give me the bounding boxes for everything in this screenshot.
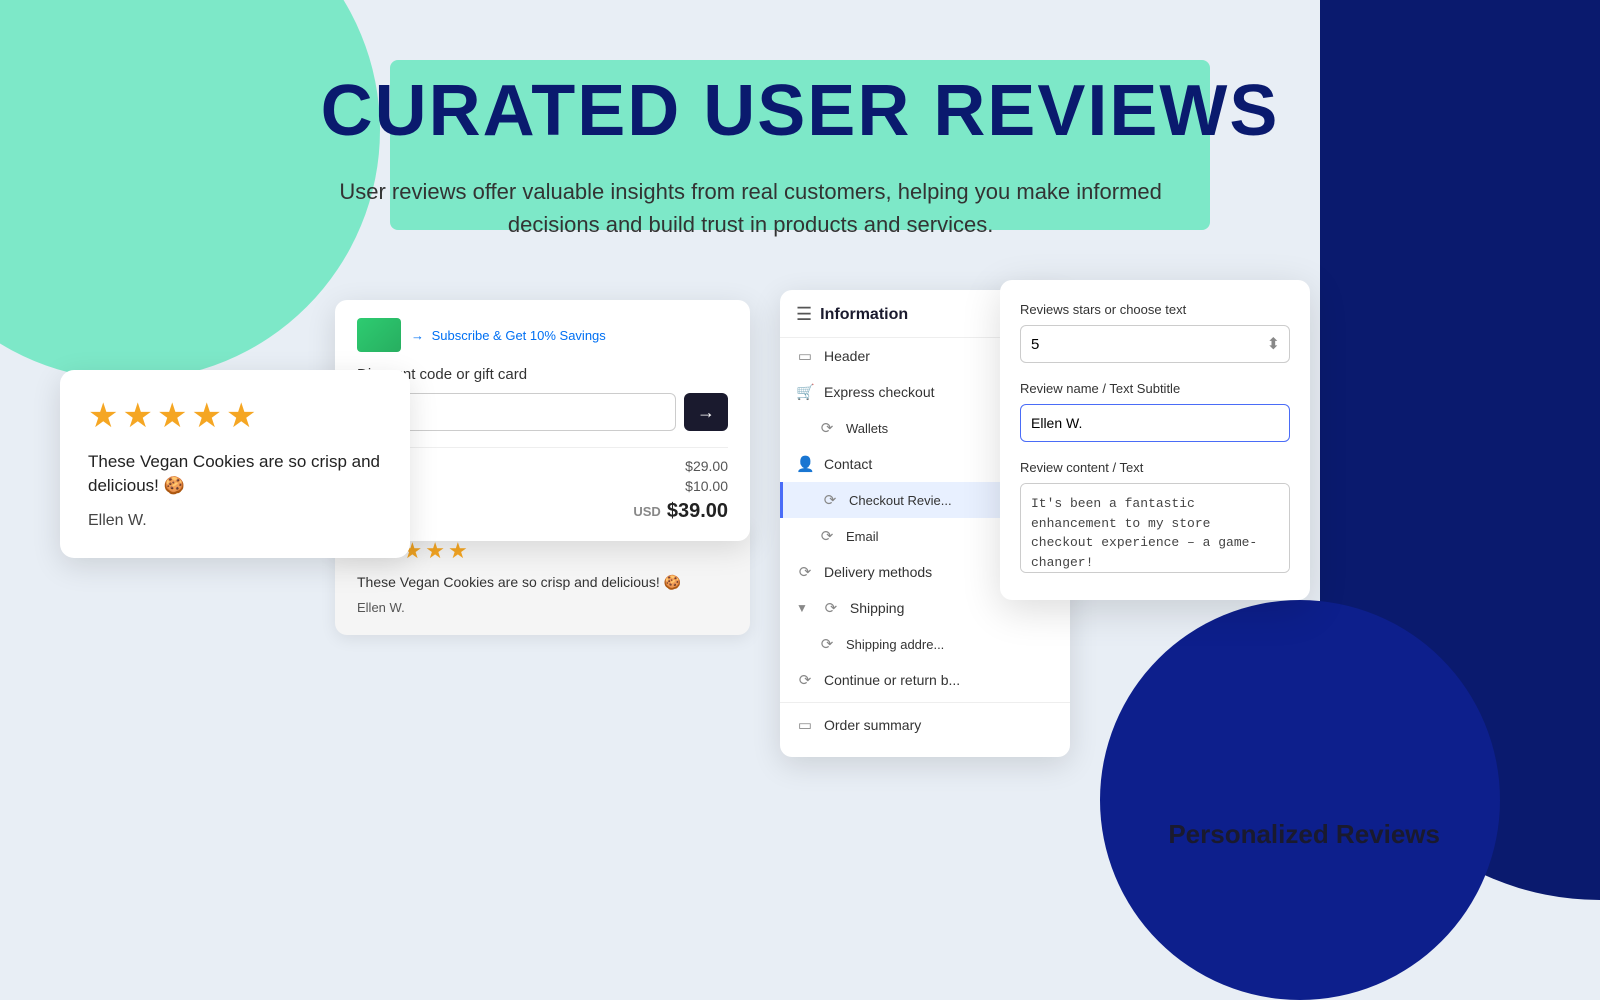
expand-icon: ▼ bbox=[796, 601, 808, 615]
checkout-review-text: These Vegan Cookies are so crisp and del… bbox=[357, 574, 728, 591]
price-rows: $29.00 $10.00 USD $39.00 bbox=[357, 447, 728, 523]
discount-row: → bbox=[357, 393, 728, 431]
settings-title: Information bbox=[820, 306, 908, 324]
main-content: CURATED USER REVIEWS User reviews offer … bbox=[0, 0, 1600, 900]
menu-item-wallets-label: Wallets bbox=[846, 421, 888, 436]
star-4: ★ bbox=[191, 396, 221, 436]
shipping-address-icon: ⟳ bbox=[818, 635, 836, 653]
page-title: CURATED USER REVIEWS bbox=[321, 75, 1280, 147]
star-1: ★ bbox=[88, 396, 118, 436]
content-label: Review content / Text bbox=[1020, 460, 1290, 475]
menu-item-express-label: Express checkout bbox=[824, 384, 935, 400]
menu-item-delivery-label: Delivery methods bbox=[824, 564, 932, 580]
menu-item-order-summary[interactable]: ▭ Order summary bbox=[780, 707, 1070, 743]
menu-item-continue-label: Continue or return b... bbox=[824, 672, 960, 688]
stars-label: Reviews stars or choose text bbox=[1020, 302, 1290, 317]
stars-row-main: ★ ★ ★ ★ ★ bbox=[88, 396, 382, 436]
price-row-1: $29.00 bbox=[357, 458, 728, 474]
page-subtitle: User reviews offer valuable insights fro… bbox=[321, 175, 1181, 241]
settings-header-icon: ☰ bbox=[796, 304, 812, 325]
c-star-5: ★ bbox=[448, 538, 468, 564]
menu-item-shipping-address[interactable]: ⟳ Shipping addre... bbox=[780, 626, 1070, 662]
menu-item-order-summary-label: Order summary bbox=[824, 717, 921, 733]
menu-item-shipping-address-label: Shipping addre... bbox=[846, 637, 944, 652]
discount-label: Discount code or gift card bbox=[357, 366, 728, 383]
menu-item-shipping-label: Shipping bbox=[850, 600, 905, 616]
review-card-main: ★ ★ ★ ★ ★ These Vegan Cookies are so cri… bbox=[60, 370, 410, 558]
shipping-icon: ⟳ bbox=[822, 599, 840, 617]
star-2: ★ bbox=[122, 396, 152, 436]
menu-item-continue[interactable]: ⟳ Continue or return b... bbox=[780, 662, 1070, 698]
checkout-reviewer-name: Ellen W. bbox=[357, 600, 405, 615]
price-total: USD $39.00 bbox=[357, 500, 728, 523]
review-content-textarea[interactable]: It's been a fantastic enhancement to my … bbox=[1020, 483, 1290, 573]
continue-icon: ⟳ bbox=[796, 671, 814, 689]
menu-item-header-label: Header bbox=[824, 348, 870, 364]
subscribe-link[interactable]: → Subscribe & Get 10% Savings bbox=[411, 328, 606, 343]
express-checkout-icon: 🛒 bbox=[796, 383, 814, 401]
delivery-icon: ⟳ bbox=[796, 563, 814, 581]
header-icon: ▭ bbox=[796, 347, 814, 365]
star-5: ★ bbox=[226, 396, 256, 436]
discount-submit-button[interactable]: → bbox=[684, 393, 728, 431]
wallets-icon: ⟳ bbox=[818, 419, 836, 437]
menu-item-contact-label: Contact bbox=[824, 456, 872, 472]
price-row-2: $10.00 bbox=[357, 478, 728, 494]
title-section: CURATED USER REVIEWS User reviews offer … bbox=[321, 75, 1280, 241]
c-star-4: ★ bbox=[425, 538, 445, 564]
checkout-stars-row: ★ ★ ★ ★ ★ bbox=[357, 538, 728, 564]
stars-select-wrapper: 5 4 3 2 1 ⬍ bbox=[1020, 325, 1290, 363]
contact-icon: 👤 bbox=[796, 455, 814, 473]
review-editor-panel: Reviews stars or choose text 5 4 3 2 1 ⬍… bbox=[1000, 280, 1310, 600]
review-text-main: These Vegan Cookies are so crisp and del… bbox=[88, 450, 382, 498]
checkout-review-icon: ⟳ bbox=[821, 491, 839, 509]
cards-area: ★ ★ ★ ★ ★ These Vegan Cookies are so cri… bbox=[0, 280, 1600, 900]
order-summary-icon: ▭ bbox=[796, 716, 814, 734]
subscribe-arrow-icon: → bbox=[411, 328, 424, 343]
menu-item-email-label: Email bbox=[846, 529, 879, 544]
name-label: Review name / Text Subtitle bbox=[1020, 381, 1290, 396]
stars-select[interactable]: 5 4 3 2 1 bbox=[1020, 325, 1290, 363]
menu-item-checkout-review-label: Checkout Revie... bbox=[849, 493, 952, 508]
product-thumbnail bbox=[357, 318, 401, 352]
personalized-label: Personalized Reviews bbox=[1168, 819, 1440, 850]
reviewer-name-main: Ellen W. bbox=[88, 512, 147, 529]
star-3: ★ bbox=[157, 396, 187, 436]
email-icon: ⟳ bbox=[818, 527, 836, 545]
reviewer-name-input[interactable] bbox=[1020, 404, 1290, 442]
subscribe-row: → Subscribe & Get 10% Savings bbox=[357, 318, 728, 352]
menu-divider bbox=[780, 702, 1070, 703]
